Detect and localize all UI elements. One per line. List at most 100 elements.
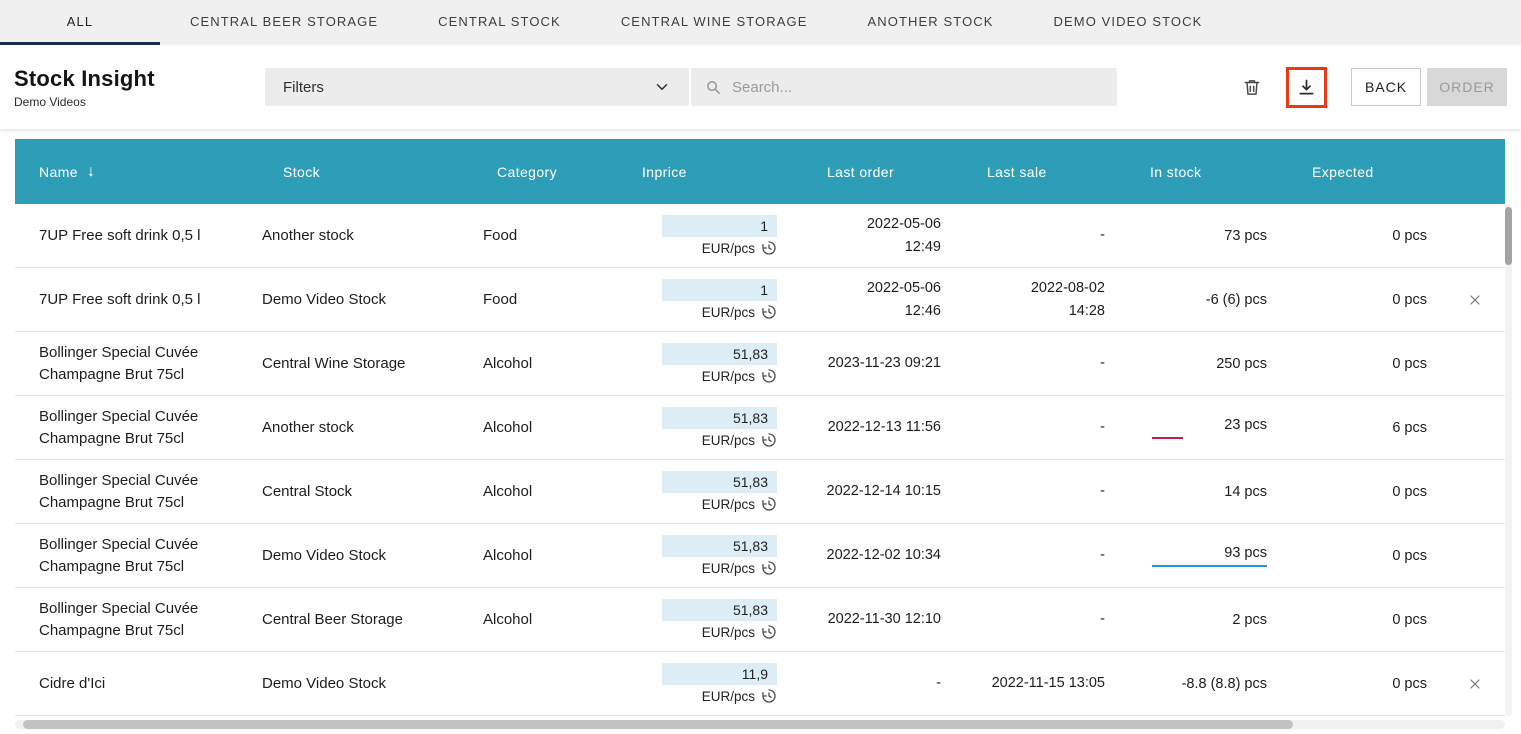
cell-last-sale: -: [965, 608, 1130, 630]
column-header-name[interactable]: Name↓: [15, 163, 255, 181]
cell-inprice: 51,83EUR/pcs: [625, 343, 795, 384]
search-box: [691, 68, 1117, 106]
column-header-stock[interactable]: Stock: [255, 164, 475, 180]
column-header-last-sale[interactable]: Last sale: [965, 164, 1130, 180]
cell-category: Alcohol: [475, 483, 625, 500]
history-icon[interactable]: [761, 624, 777, 640]
cell-stock: Central Wine Storage: [255, 355, 475, 372]
page-title: Stock Insight: [14, 66, 265, 92]
inprice-unit: EUR/pcs: [702, 305, 755, 320]
cell-name: Bollinger Special Cuvée Champagne Brut 7…: [15, 534, 255, 578]
table-row[interactable]: 7UP Free soft drink 0,5 lAnother stockFo…: [15, 204, 1505, 268]
cell-name: 7UP Free soft drink 0,5 l: [15, 225, 255, 247]
table-row[interactable]: Bollinger Special Cuvée Champagne Brut 7…: [15, 524, 1505, 588]
cell-last-order: -: [795, 672, 965, 694]
history-icon[interactable]: [761, 688, 777, 704]
history-icon[interactable]: [761, 304, 777, 320]
tab-bar: ALLCENTRAL BEER STORAGECENTRAL STOCKCENT…: [0, 0, 1521, 45]
filters-dropdown[interactable]: Filters: [265, 68, 689, 106]
vertical-scrollbar[interactable]: [1505, 204, 1512, 716]
cell-last-order: 2022-12-13 11:56: [795, 416, 965, 438]
cell-stock: Demo Video Stock: [255, 291, 475, 308]
back-button[interactable]: BACK: [1351, 68, 1421, 106]
tab-another-stock[interactable]: ANOTHER STOCK: [838, 0, 1024, 45]
cell-stock: Another stock: [255, 419, 475, 436]
cell-stock: Demo Video Stock: [255, 547, 475, 564]
inprice-unit: EUR/pcs: [702, 625, 755, 640]
cell-category: Food: [475, 291, 625, 308]
inprice-value: 51,83: [662, 535, 777, 557]
column-header-last-order[interactable]: Last order: [795, 164, 965, 180]
cell-inprice: 51,83 EUR/pcs: [625, 599, 795, 640]
history-icon[interactable]: [761, 368, 777, 384]
cell-last-sale: 2022-11-15 13:05: [965, 672, 1130, 694]
tab-central-stock[interactable]: CENTRAL STOCK: [408, 0, 591, 45]
tab-central-wine-storage[interactable]: CENTRAL WINE STORAGE: [591, 0, 838, 45]
filter-search-group: Filters: [265, 68, 1117, 106]
cell-actions: [1445, 676, 1505, 692]
column-label: Expected: [1312, 164, 1374, 180]
tab-central-beer-storage[interactable]: CENTRAL BEER STORAGE: [160, 0, 408, 45]
inprice-value: 1: [662, 215, 777, 237]
in-stock-value: 14 pcs: [1224, 484, 1267, 500]
inprice-value: 51,83: [662, 471, 777, 493]
inprice-unit-line: EUR/pcs: [702, 688, 777, 704]
inprice-value: 11,9: [662, 663, 777, 685]
inprice-unit-line: EUR/pcs: [702, 368, 777, 384]
tab-all[interactable]: ALL: [0, 0, 160, 45]
history-icon[interactable]: [761, 432, 777, 448]
close-icon[interactable]: [1467, 292, 1483, 308]
column-label: Category: [497, 164, 557, 180]
column-label: Last sale: [987, 164, 1047, 180]
search-icon: [705, 79, 722, 96]
cell-category: Alcohol: [475, 611, 625, 628]
history-icon[interactable]: [761, 496, 777, 512]
stock-level-indicator: [1152, 437, 1267, 439]
delete-button[interactable]: [1242, 77, 1262, 98]
table-row[interactable]: Bollinger Special Cuvée Champagne Brut 7…: [15, 396, 1505, 460]
history-icon[interactable]: [761, 560, 777, 576]
table-row[interactable]: Cidre d'IciDemo Video Stock11,9EUR/pcs-2…: [15, 652, 1505, 716]
column-label: Inprice: [642, 164, 687, 180]
column-header-category[interactable]: Category: [475, 164, 625, 180]
search-input[interactable]: [732, 79, 1103, 96]
history-icon[interactable]: [761, 240, 777, 256]
inprice-value: 1: [662, 279, 777, 301]
page-subtitle: Demo Videos: [14, 95, 265, 109]
cell-stock: Central Beer Storage: [255, 611, 475, 628]
column-header-inprice[interactable]: Inprice: [625, 164, 795, 180]
column-header-expected[interactable]: Expected: [1290, 164, 1445, 180]
horizontal-scrollbar[interactable]: [15, 720, 1505, 729]
cell-last-sale: 2022-08-02 14:28: [965, 277, 1130, 322]
close-icon[interactable]: [1467, 676, 1483, 692]
cell-category: Alcohol: [475, 419, 625, 436]
table-row[interactable]: 7UP Free soft drink 0,5 lDemo Video Stoc…: [15, 268, 1505, 332]
tab-demo-video-stock[interactable]: DEMO VIDEO STOCK: [1024, 0, 1233, 45]
cell-in-stock: -8.8 (8.8) pcs: [1130, 676, 1290, 692]
cell-stock: Another stock: [255, 227, 475, 244]
cell-expected: 0 pcs: [1290, 676, 1445, 692]
sort-desc-icon[interactable]: ↓: [87, 163, 95, 181]
order-button: ORDER: [1427, 68, 1507, 106]
cell-inprice: 51,83EUR/pcs: [625, 535, 795, 576]
cell-name: Bollinger Special Cuvée Champagne Brut 7…: [15, 598, 255, 642]
horizontal-scrollbar-thumb[interactable]: [23, 720, 1293, 729]
cell-in-stock: 2 pcs: [1130, 612, 1290, 628]
cell-in-stock: 250 pcs: [1130, 356, 1290, 372]
cell-expected: 0 pcs: [1290, 612, 1445, 628]
cell-inprice: 1EUR/pcs: [625, 215, 795, 256]
cell-inprice: 11,9 EUR/pcs: [625, 663, 795, 704]
table-row[interactable]: Bollinger Special Cuvée Champagne Brut 7…: [15, 332, 1505, 396]
download-icon: [1296, 77, 1317, 98]
inprice-value: 51,83: [662, 599, 777, 621]
in-stock-value: -6 (6) pcs: [1206, 292, 1267, 308]
download-button[interactable]: [1286, 67, 1327, 108]
cell-expected: 0 pcs: [1290, 292, 1445, 308]
table-row[interactable]: Bollinger Special Cuvée Champagne Brut 7…: [15, 588, 1505, 652]
vertical-scrollbar-thumb[interactable]: [1505, 207, 1512, 265]
table-row[interactable]: Bollinger Special Cuvée Champagne Brut 7…: [15, 460, 1505, 524]
column-header-in-stock[interactable]: In stock: [1130, 164, 1290, 180]
in-stock-value: 23 pcs: [1224, 417, 1267, 433]
table-body: 7UP Free soft drink 0,5 lAnother stockFo…: [15, 204, 1505, 716]
in-stock-value: 250 pcs: [1216, 356, 1267, 372]
